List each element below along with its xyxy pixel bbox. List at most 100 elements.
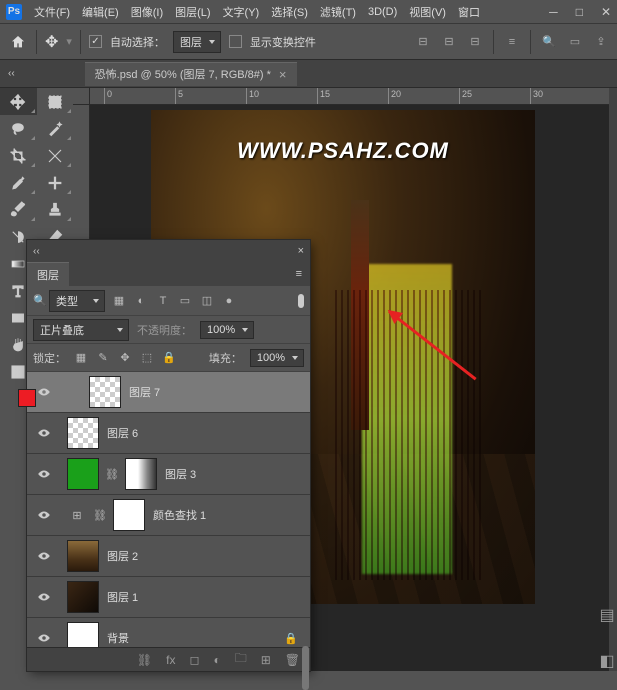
mask-thumbnail[interactable]	[113, 499, 145, 531]
panel-titlebar[interactable]: ‹‹ ×	[27, 240, 310, 262]
close-tab-icon[interactable]: ×	[279, 67, 287, 82]
adjustment-icon[interactable]: ◐	[213, 653, 220, 667]
lock-brush-icon[interactable]: ✎	[96, 351, 110, 365]
layers-tab[interactable]: 图层	[27, 262, 69, 286]
menu-filter[interactable]: 滤镜(T)	[320, 4, 356, 20]
layer-name[interactable]: 图层 1	[107, 589, 138, 605]
foreground-color[interactable]	[18, 389, 36, 407]
menu-select[interactable]: 选择(S)	[271, 4, 308, 20]
panel-icon[interactable]: ◧	[599, 653, 615, 669]
menu-text[interactable]: 文字(Y)	[223, 4, 260, 20]
window-close-icon[interactable]: ✕	[601, 5, 611, 19]
filter-smart-icon[interactable]: ◫	[199, 293, 215, 309]
panel-close-icon[interactable]: ×	[298, 245, 304, 257]
fx-icon[interactable]: fx	[166, 653, 175, 667]
lock-position-icon[interactable]: ✥	[118, 351, 132, 365]
visibility-toggle[interactable]	[29, 592, 59, 602]
mask-icon[interactable]: ◻	[189, 653, 199, 667]
layer-name[interactable]: 背景	[107, 630, 129, 646]
layer-row[interactable]: 图层 6	[27, 413, 310, 454]
blend-mode-dropdown[interactable]: 正片叠底	[33, 319, 129, 341]
align-left-icon[interactable]: ⊟	[415, 34, 431, 50]
menu-view[interactable]: 视图(V)	[409, 4, 446, 20]
layer-row[interactable]: ⊞ ⛓ 颜色查找 1	[27, 495, 310, 536]
window-maximize-icon[interactable]: □	[576, 5, 583, 19]
menu-file[interactable]: 文件(F)	[34, 4, 70, 20]
layer-row[interactable]: 图层 2	[27, 536, 310, 577]
share-icon[interactable]: ⇪	[593, 34, 609, 50]
collapse-tabs-icon[interactable]: ‹‹	[8, 68, 15, 79]
document-tab[interactable]: 恐怖.psd @ 50% (图层 7, RGB/8#) * ×	[85, 62, 297, 86]
layer-row[interactable]: ⛓ 图层 3	[27, 454, 310, 495]
marquee-tool[interactable]	[37, 88, 74, 115]
visibility-toggle[interactable]	[29, 510, 59, 520]
fill-input[interactable]: 100%	[250, 349, 304, 367]
move-tool[interactable]	[0, 88, 37, 115]
menu-layer[interactable]: 图层(L)	[175, 4, 210, 20]
mask-thumbnail[interactable]	[125, 458, 157, 490]
auto-select-dropdown[interactable]: 图层	[173, 31, 221, 53]
menu-image[interactable]: 图像(I)	[131, 4, 163, 20]
visibility-toggle[interactable]	[29, 428, 59, 438]
layer-name[interactable]: 图层 2	[107, 548, 138, 564]
crop-tool[interactable]	[0, 142, 37, 169]
layer-thumbnail[interactable]	[67, 622, 99, 647]
layer-thumbnail[interactable]	[67, 540, 99, 572]
layer-thumbnail[interactable]	[67, 458, 99, 490]
visibility-toggle[interactable]	[29, 551, 59, 561]
layer-thumbnail[interactable]	[89, 376, 121, 408]
lock-icon[interactable]: 🔒	[284, 632, 298, 645]
align-center-icon[interactable]: ⊟	[441, 34, 457, 50]
show-transform-checkbox[interactable]	[229, 35, 242, 48]
collapse-icon[interactable]: ‹‹	[33, 246, 40, 257]
home-icon[interactable]	[8, 32, 28, 52]
link-icon[interactable]: ⛓	[95, 508, 105, 522]
link-icon[interactable]: ⛓	[107, 467, 117, 481]
layer-thumbnail[interactable]	[67, 581, 99, 613]
layer-row[interactable]: 图层 7	[27, 372, 310, 413]
scrollbar[interactable]	[302, 646, 309, 690]
align-right-icon[interactable]: ⊟	[467, 34, 483, 50]
brush-tool[interactable]	[0, 196, 37, 223]
delete-icon[interactable]: 🗑	[285, 653, 300, 667]
filter-artboard-icon[interactable]: ●	[221, 293, 237, 309]
menu-window[interactable]: 窗口	[458, 4, 480, 20]
visibility-toggle[interactable]	[29, 633, 59, 643]
arrangement-icon[interactable]: ▭	[567, 34, 583, 50]
opacity-input[interactable]: 100%	[200, 321, 254, 339]
filter-text-icon[interactable]: T	[155, 293, 171, 309]
lasso-tool[interactable]	[0, 115, 37, 142]
magic-wand-tool[interactable]	[37, 115, 74, 142]
layer-name[interactable]: 颜色查找 1	[153, 507, 206, 523]
distribute-icon[interactable]: ≡	[504, 34, 520, 50]
layer-row[interactable]: 背景 🔒	[27, 618, 310, 647]
visibility-toggle[interactable]	[29, 469, 59, 479]
lock-pixels-icon[interactable]: ▦	[74, 351, 88, 365]
slice-tool[interactable]	[37, 142, 74, 169]
lock-artboard-icon[interactable]: ⬚	[140, 351, 154, 365]
eyedropper-tool[interactable]	[0, 169, 37, 196]
panel-menu-icon[interactable]: ≡	[288, 262, 310, 286]
window-minimize-icon[interactable]: ─	[549, 5, 558, 19]
link-layers-icon[interactable]: ⛓	[137, 653, 152, 667]
panel-icon[interactable]: ▤	[599, 607, 615, 623]
filter-toggle[interactable]	[298, 294, 304, 308]
filter-search-icon[interactable]: 🔍	[33, 294, 43, 307]
search-icon[interactable]: 🔍	[541, 34, 557, 50]
layer-row[interactable]: 图层 1	[27, 577, 310, 618]
ruler-horizontal[interactable]: 0 5 10 15 20 25 30	[90, 88, 617, 105]
new-layer-icon[interactable]: ⊞	[261, 653, 271, 667]
filter-adjust-icon[interactable]: ◐	[133, 293, 149, 309]
group-icon[interactable]: 🗀	[235, 649, 247, 670]
layer-name[interactable]: 图层 7	[129, 384, 160, 400]
layer-thumbnail[interactable]	[67, 417, 99, 449]
lock-all-icon[interactable]: 🔒	[162, 351, 176, 365]
stamp-tool[interactable]	[37, 196, 74, 223]
healing-tool[interactable]	[37, 169, 74, 196]
move-tool-icon[interactable]: ✥	[45, 32, 58, 52]
auto-select-checkbox[interactable]	[89, 35, 102, 48]
layer-name[interactable]: 图层 3	[165, 466, 196, 482]
menu-edit[interactable]: 编辑(E)	[82, 4, 119, 20]
layer-name[interactable]: 图层 6	[107, 425, 138, 441]
menu-3d[interactable]: 3D(D)	[368, 6, 397, 18]
